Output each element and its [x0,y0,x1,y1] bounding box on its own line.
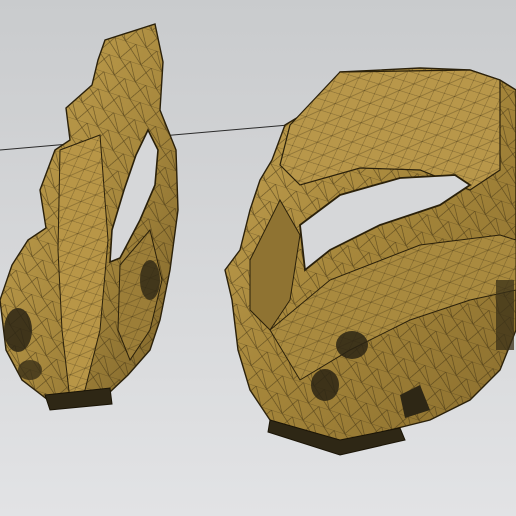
vent-right-3 [496,280,514,350]
vent-left-2 [140,260,160,300]
viewport-3d[interactable] [0,0,516,516]
vent-right-2 [311,369,339,401]
vent-left-3 [18,360,42,380]
vent-right-1 [336,331,368,359]
vent-left-1 [4,308,32,352]
viewport-canvas[interactable] [0,0,516,516]
